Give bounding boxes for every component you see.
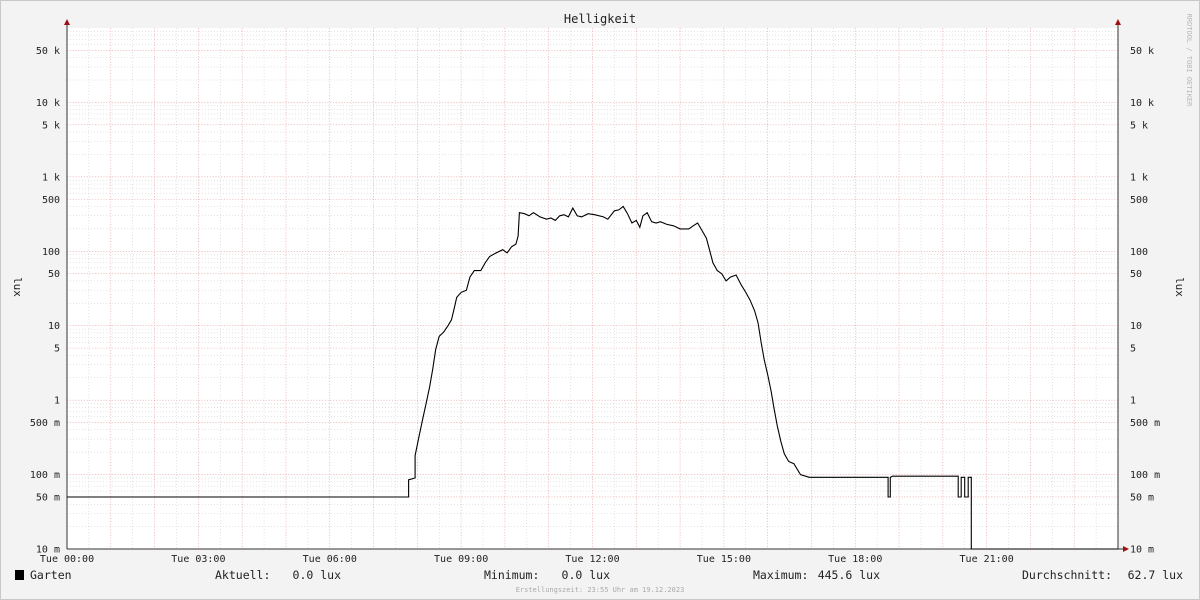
y-tick-label-right: 50 [1130, 269, 1142, 280]
y-tick-label-right: 500 m [1130, 418, 1160, 429]
y-tick-label-right: 1 [1130, 396, 1136, 407]
stat-current-label: Aktuell: [215, 568, 270, 582]
stat-average-label: Durchschnitt: [1022, 568, 1112, 582]
y-tick-label-left: 100 [42, 247, 60, 258]
y-tick-label-left: 10 [48, 321, 60, 332]
stat-current-value: 0.0 lux [293, 568, 342, 582]
legend-swatch [15, 570, 24, 580]
x-tick-label: Tue 21:00 [960, 554, 1014, 565]
x-axis-arrow [1123, 546, 1129, 552]
legend-series-label: Garten [30, 568, 72, 582]
y-tick-label-right: 100 [1130, 247, 1148, 258]
chart: 50 k 50 k10 k 10 k5 k5 k1 k1 k500 500100 100… [0, 0, 1200, 600]
stat-maximum-value: 445.6 lux [818, 568, 880, 582]
y-tick-label-left: 5 k [42, 120, 60, 131]
legend: Garten Aktuell: 0.0 lux Minimum: 0.0 lux… [15, 568, 1183, 582]
y-tick-label-right: 50 m [1130, 492, 1154, 503]
x-tick-label: Tue 18:00 [828, 554, 882, 565]
y-tick-label-right: 1 k [1130, 172, 1148, 183]
y-axis-left-arrow [64, 19, 70, 25]
stat-minimum-value: 0.0 lux [562, 568, 611, 582]
x-tick-label: Tue 06:00 [303, 554, 357, 565]
y-tick-label-left: 500 m [30, 418, 60, 429]
y-tick-label-left: 10 k [36, 98, 60, 109]
y-tick-label-left: 5 [54, 344, 60, 355]
x-tick-label: Tue 15:00 [697, 554, 751, 565]
y-tick-label-left: 500 [42, 195, 60, 206]
x-tick-label: Tue 03:00 [171, 554, 225, 565]
watermark: RRDTOOL / TOBI OETIKER [1185, 14, 1193, 108]
y-tick-label-right: 5 k [1130, 120, 1148, 131]
x-tick-label: Tue 00:00 [40, 554, 94, 565]
y-axis-label-left: lux [11, 277, 24, 297]
chart-title: Helligkeit [564, 12, 636, 26]
y-axis-label-right: lux [1173, 277, 1186, 297]
y-tick-label-right: 10 [1130, 321, 1142, 332]
stat-average-value: 62.7 lux [1128, 568, 1183, 582]
y-tick-label-left: 50 m [36, 492, 60, 503]
y-tick-label-left: 50 k [36, 46, 60, 57]
y-tick-label-right: 5 [1130, 344, 1136, 355]
stat-minimum-label: Minimum: [484, 568, 539, 582]
y-axis-right-arrow [1115, 19, 1121, 25]
y-tick-label-right: 10 k [1130, 98, 1154, 109]
x-tick-label: Tue 09:00 [434, 554, 488, 565]
y-tick-label-right: 500 [1130, 195, 1148, 206]
footer-timestamp: Erstellungszeit: 23:55 Uhr am 19.12.2023 [516, 586, 685, 594]
y-tick-label-left: 100 m [30, 470, 60, 481]
y-tick-label-left: 1 [54, 396, 60, 407]
y-tick-label-left: 50 [48, 269, 60, 280]
x-tick-label: Tue 12:00 [565, 554, 619, 565]
stat-maximum-label: Maximum: [753, 568, 808, 582]
y-tick-label-left: 1 k [42, 172, 60, 183]
y-tick-label-right: 10 m [1130, 545, 1154, 556]
y-tick-label-right: 100 m [1130, 470, 1160, 481]
y-tick-label-right: 50 k [1130, 46, 1154, 57]
